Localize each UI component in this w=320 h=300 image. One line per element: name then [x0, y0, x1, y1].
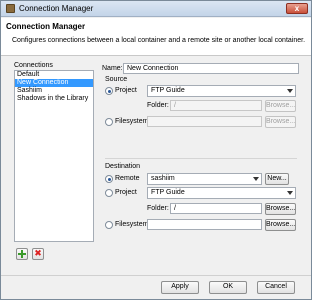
add-connection-button[interactable]	[16, 248, 28, 260]
title-bar[interactable]: Connection Manager x	[1, 1, 311, 17]
destination-filesystem-browse-button[interactable]: Browse...	[265, 219, 296, 231]
destination-divider	[105, 158, 297, 159]
close-icon: x	[294, 4, 300, 13]
destination-folder-label: Folder:	[147, 205, 169, 212]
destination-filesystem-label: Filesystem	[115, 221, 149, 228]
destination-remote-label: Remote	[115, 175, 140, 182]
connection-item-sashiim[interactable]: Sashiim	[15, 87, 93, 95]
destination-remote-radio[interactable]	[105, 175, 113, 183]
close-button[interactable]: x	[286, 3, 308, 14]
destination-remote-value: sashiim	[151, 175, 175, 182]
destination-filesystem-field[interactable]	[147, 219, 262, 230]
source-label: Source	[105, 76, 128, 83]
connection-item-default[interactable]: Default	[15, 71, 93, 79]
connection-manager-window: Connection Manager x Connection Manager …	[0, 0, 312, 300]
footer-divider	[1, 275, 311, 276]
name-label: Name:	[102, 65, 123, 72]
chevron-down-icon	[287, 191, 293, 195]
source-project-select[interactable]: FTP Guide	[147, 85, 296, 97]
source-project-radio[interactable]	[105, 87, 113, 95]
chevron-down-icon	[253, 177, 259, 181]
destination-project-value: FTP Guide	[151, 189, 185, 196]
source-project-value: FTP Guide	[151, 87, 185, 94]
source-folder-browse-button[interactable]: Browse...	[265, 100, 296, 112]
destination-label: Destination	[105, 163, 141, 170]
remove-connection-button[interactable]: ✖	[32, 248, 44, 260]
new-remote-button[interactable]: New...	[265, 173, 289, 185]
source-folder-label: Folder:	[147, 102, 169, 109]
cancel-button[interactable]: Cancel	[257, 281, 295, 294]
destination-project-radio[interactable]	[105, 189, 113, 197]
name-field[interactable]: New Connection	[123, 63, 299, 74]
destination-folder-browse-button[interactable]: Browse...	[265, 203, 296, 215]
dialog-title: Connection Manager	[6, 22, 86, 31]
connection-item-new-connection[interactable]: New Connection	[15, 79, 93, 87]
source-folder-field[interactable]: /	[170, 100, 262, 111]
dialog-header: Connection Manager Configures connection…	[1, 18, 311, 56]
source-filesystem-field[interactable]	[147, 116, 262, 127]
source-filesystem-label: Filesystem	[115, 118, 149, 125]
chevron-down-icon	[287, 89, 293, 93]
destination-project-label: Project	[115, 189, 137, 196]
destination-project-select[interactable]: FTP Guide	[147, 187, 296, 199]
connection-item-shadows-in-the-library[interactable]: Shadows in the Library	[15, 95, 93, 103]
destination-remote-select[interactable]: sashiim	[147, 173, 262, 185]
ok-button[interactable]: OK	[209, 281, 247, 294]
source-filesystem-browse-button[interactable]: Browse...	[265, 116, 296, 128]
connections-list[interactable]: Default New Connection Sashiim Shadows i…	[14, 70, 94, 242]
destination-filesystem-radio[interactable]	[105, 221, 113, 229]
connections-label: Connections	[14, 62, 53, 69]
window-title: Connection Manager	[19, 4, 94, 13]
dialog-description: Configures connections between a local c…	[12, 37, 306, 44]
apply-button[interactable]: Apply	[161, 281, 199, 294]
source-filesystem-radio[interactable]	[105, 118, 113, 126]
remove-icon: ✖	[34, 248, 42, 258]
source-project-label: Project	[115, 87, 137, 94]
destination-folder-field[interactable]: /	[170, 203, 262, 214]
app-icon	[6, 4, 15, 13]
